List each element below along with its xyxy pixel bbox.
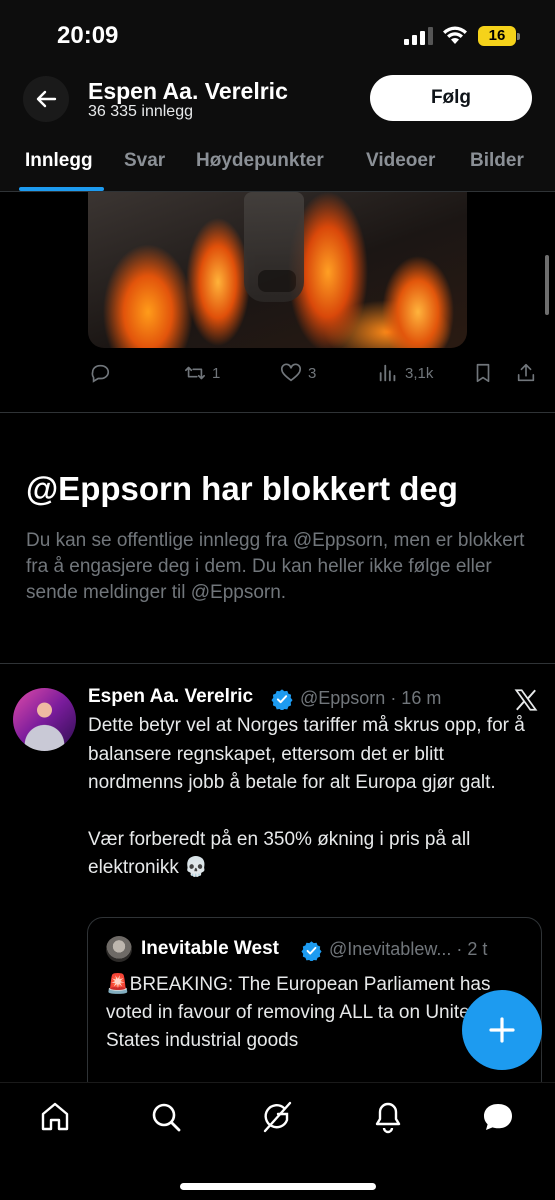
media-figure xyxy=(244,192,304,302)
like-count: 3 xyxy=(308,364,317,382)
quote-handle-time: @Inevitablew... · 2 t xyxy=(329,939,488,959)
reply-button[interactable] xyxy=(89,362,111,384)
active-tab-indicator xyxy=(19,187,104,191)
bookmark-button[interactable] xyxy=(472,362,494,384)
quote-author-name: Inevitable West xyxy=(141,938,279,959)
plus-icon xyxy=(489,1017,515,1043)
profile-name: Espen Aa. Verelric xyxy=(88,78,288,104)
back-button[interactable] xyxy=(23,76,69,122)
reply-icon xyxy=(91,364,110,383)
views-count: 3,1k xyxy=(405,364,434,382)
views-chart-icon xyxy=(379,364,396,382)
profile-tabs: Innlegg Svar Høydepunkter Videoer Bilder xyxy=(0,132,555,192)
grok-icon[interactable] xyxy=(260,1100,294,1134)
verified-badge-icon xyxy=(271,689,293,710)
tweet-author-name[interactable]: Espen Aa. Verelric xyxy=(88,686,253,708)
avatar[interactable] xyxy=(13,688,76,751)
status-time: 20:09 xyxy=(57,22,119,49)
views-button[interactable]: 3,1k xyxy=(377,362,433,384)
retweet-count: 1 xyxy=(212,364,221,382)
tweet-paragraph: Vær forberedt på en 350% økning i pris p… xyxy=(88,828,471,879)
cellular-signal-icon xyxy=(404,27,433,45)
tab-videoer[interactable]: Videoer xyxy=(366,150,435,172)
follow-button[interactable]: Følg xyxy=(370,75,532,121)
tweet-text: Dette betyr vel at Norges tariffer må sk… xyxy=(88,712,543,883)
retweet-button[interactable]: 1 xyxy=(184,362,220,384)
home-icon[interactable] xyxy=(38,1100,72,1134)
heart-icon xyxy=(281,363,301,382)
tweet-handle-time: @Eppsorn · 16 m xyxy=(300,688,442,708)
arrow-left-icon xyxy=(36,90,57,108)
share-icon xyxy=(517,363,535,382)
post-count: 36 335 innlegg xyxy=(88,103,193,120)
tab-innlegg[interactable]: Innlegg xyxy=(25,150,93,172)
battery-indicator: 16 xyxy=(478,26,520,46)
blocked-title: @Eppsorn har blokkert deg xyxy=(26,470,458,507)
like-button[interactable]: 3 xyxy=(280,362,316,384)
divider xyxy=(0,663,555,664)
verified-badge-icon xyxy=(301,941,322,961)
bottom-navigation xyxy=(0,1082,555,1200)
search-icon[interactable] xyxy=(149,1100,183,1134)
scrollbar[interactable] xyxy=(545,255,549,315)
share-button[interactable] xyxy=(515,362,537,384)
home-indicator xyxy=(180,1183,376,1190)
wifi-icon xyxy=(443,26,467,44)
notifications-icon[interactable] xyxy=(371,1100,405,1134)
compose-button[interactable] xyxy=(462,990,542,1070)
bookmark-icon xyxy=(476,363,490,383)
post-media-image[interactable] xyxy=(88,192,467,348)
blocked-description: Du kan se offentlige innlegg fra @Eppsor… xyxy=(26,530,525,603)
status-bar: 20:09 16 xyxy=(0,0,555,70)
profile-header: Espen Aa. Verelric 36 335 innlegg Følg xyxy=(0,70,555,132)
x-logo-icon xyxy=(514,689,538,711)
post-action-bar: 1 3 3,1k xyxy=(0,358,555,390)
tab-bilder[interactable]: Bilder xyxy=(470,150,524,172)
retweet-icon xyxy=(185,366,205,380)
tab-svar[interactable]: Svar xyxy=(124,150,165,172)
tab-hoydepunkter[interactable]: Høydepunkter xyxy=(196,150,324,172)
tweet-paragraph: Dette betyr vel at Norges tariffer må sk… xyxy=(88,715,525,793)
quote-avatar xyxy=(106,936,132,962)
divider xyxy=(0,412,555,413)
messages-icon[interactable] xyxy=(481,1100,515,1134)
